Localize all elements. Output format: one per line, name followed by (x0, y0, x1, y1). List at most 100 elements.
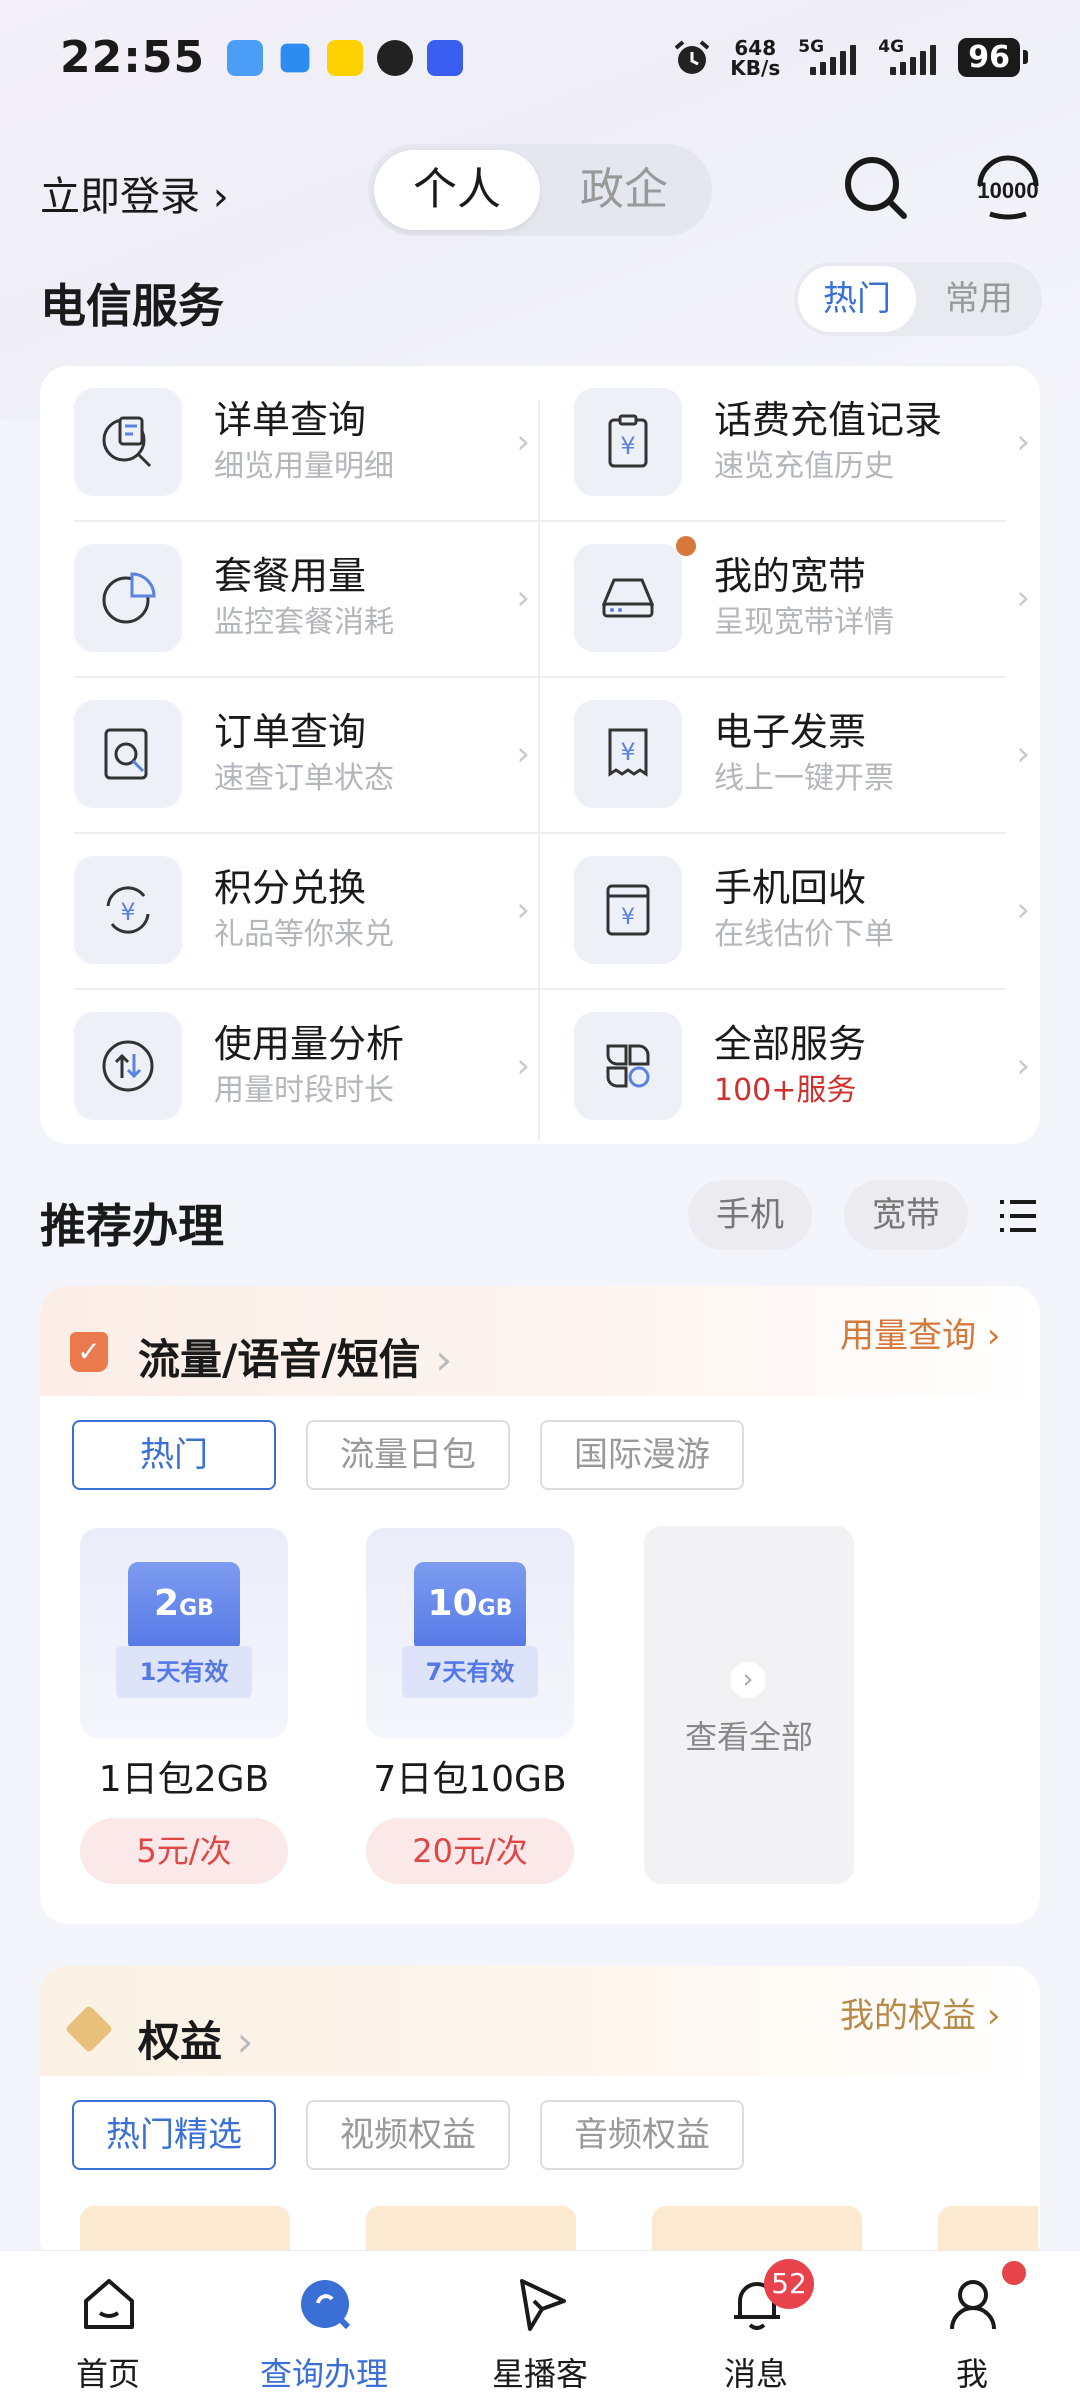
tab-personal[interactable]: 个人 (374, 150, 540, 230)
telecom-tab-switch: 热门 常用 (794, 262, 1042, 336)
nav-query[interactable]: 查询办理 (216, 2251, 432, 2400)
alarm-icon (674, 39, 710, 74)
svg-text:¥: ¥ (621, 905, 635, 930)
service-order-query[interactable]: 订单查询 速查订单状态 › (74, 676, 544, 832)
data-card-icon: 10GB (414, 1562, 526, 1652)
tab-traffic-hot[interactable]: 热门 (72, 1420, 276, 1490)
package-card[interactable]: 2GB 1天有效 (80, 1528, 288, 1738)
tab-roaming[interactable]: 国际漫游 (540, 1420, 744, 1490)
service-subtitle: 在线估价下单 (714, 917, 894, 952)
data-card-icon: 2GB (128, 1562, 240, 1652)
order-search-icon (74, 700, 182, 808)
svg-text:¥: ¥ (620, 738, 635, 766)
chevron-right-icon: › (516, 890, 530, 930)
package-price-button[interactable]: 5元/次 (80, 1818, 288, 1884)
nav-label: 我 (955, 2355, 988, 2393)
service-phone-recycle[interactable]: ¥ 手机回收在线估价下单 › (574, 832, 1044, 988)
all-services-icon (574, 1012, 682, 1120)
filter-broadband[interactable]: 宽带 (844, 1180, 968, 1250)
tab-enterprise[interactable]: 政企 (544, 150, 704, 230)
package-price-button[interactable]: 20元/次 (366, 1818, 574, 1884)
battery-indicator: 96 (958, 38, 1028, 77)
service-subtitle: 100+服务 (714, 1073, 857, 1108)
service-subtitle: 速览充值历史 (714, 449, 894, 484)
telecom-services-title: 电信服务 (40, 279, 224, 333)
tab-daily-pack[interactable]: 流量日包 (306, 1420, 510, 1490)
login-link[interactable]: 立即登录 › (40, 164, 229, 222)
pie-chart-icon (74, 544, 182, 652)
chevron-right-icon: › (986, 1996, 1001, 2036)
clipboard-yuan-icon: ¥ (574, 388, 682, 496)
nav-label: 查询办理 (259, 2355, 388, 2393)
traffic-title-link[interactable]: 流量/语音/短信 › (138, 1326, 452, 1387)
nav-starcast[interactable]: 星播客 (432, 2251, 648, 2400)
message-count-badge: 52 (764, 2259, 814, 2309)
filter-phone[interactable]: 手机 (688, 1180, 812, 1250)
account-type-switch: 个人 政企 (368, 144, 712, 236)
service-subtitle: 礼品等你来兑 (214, 917, 394, 952)
package-name: 1日包2GB (98, 1759, 270, 1800)
my-benefits-label: 我的权益 (840, 1996, 976, 2036)
service-usage-analysis[interactable]: 使用量分析 用量时段时长 › (74, 988, 544, 1144)
check-badge-icon: ✓ (70, 1332, 108, 1372)
chevron-right-icon: › (986, 1316, 1001, 1356)
service-title: 全部服务 (714, 1022, 867, 1066)
tab-featured[interactable]: 热门精选 (72, 2100, 276, 2170)
status-time: 22:55 (60, 32, 206, 83)
invoice-icon: ¥ (574, 700, 682, 808)
phone-recycle-icon: ¥ (574, 856, 682, 964)
service-detail-query[interactable]: 详单查询 细览用量明细 › (74, 364, 544, 520)
customer-service-10000-icon[interactable]: 10000 (970, 152, 1046, 224)
service-recharge-record[interactable]: ¥ 话费充值记录 速览充值历史 › (574, 364, 1044, 520)
chevron-right-icon: › (236, 2017, 254, 2066)
bottom-nav: 首页 查询办理 星播客 52 消息 我 (0, 2250, 1080, 2400)
service-points-exchange[interactable]: ¥ 积分兑换 礼品等你来兑 › (74, 832, 544, 988)
package-validity: 7天有效 (402, 1646, 538, 1698)
package-unit: GB (179, 1596, 214, 1621)
net-speed-unit: KB/s (730, 55, 781, 80)
svg-text:¥: ¥ (120, 898, 135, 926)
nav-label: 消息 (723, 2355, 788, 2393)
service-title: 套餐用量 (214, 554, 367, 598)
package-card[interactable]: 10GB 7天有效 (366, 1528, 574, 1738)
service-subtitle: 线上一键开票 (714, 761, 894, 796)
tab-hot[interactable]: 热门 (798, 266, 916, 332)
recommend-title: 推荐办理 (40, 1199, 224, 1253)
nav-home[interactable]: 首页 (0, 2251, 216, 2400)
nav-label: 星播客 (491, 2355, 588, 2393)
service-e-invoice[interactable]: ¥ 电子发票 线上一键开票 › (574, 676, 1044, 832)
service-package-usage[interactable]: 套餐用量 监控套餐消耗 › (74, 520, 544, 676)
tab-audio-benefits[interactable]: 音频权益 (540, 2100, 744, 2170)
chevron-right-icon: › (1016, 1046, 1030, 1086)
benefits-title-link[interactable]: 权益 › (138, 2008, 253, 2069)
service-subtitle: 速查订单状态 (214, 761, 394, 796)
meituan-icon (327, 39, 364, 76)
service-title: 手机回收 (714, 866, 867, 910)
service-my-broadband[interactable]: 我的宽带 呈现宽带详情 › (574, 520, 1044, 676)
service-all-services[interactable]: 全部服务 100+服务 › (574, 988, 1044, 1144)
service-title: 订单查询 (214, 710, 367, 754)
service-title: 电子发票 (714, 710, 867, 754)
service-title: 话费充值记录 (714, 398, 943, 442)
chevron-right-icon: › (1016, 890, 1030, 930)
view-all-card[interactable]: › 查看全部 (644, 1526, 854, 1884)
list-menu-icon[interactable] (996, 1194, 1040, 1238)
app-notification-icon (280, 43, 310, 72)
service-subtitle: 用量时段时长 (214, 1073, 394, 1108)
my-benefits-link[interactable]: 我的权益 › (840, 1988, 1000, 2037)
header: 立即登录 › 个人 政企 10000 (40, 140, 1040, 240)
chevron-right-icon: › (516, 578, 530, 618)
tab-video-benefits[interactable]: 视频权益 (306, 2100, 510, 2170)
login-label: 立即登录 (40, 174, 200, 220)
search-icon[interactable] (840, 152, 912, 224)
package-unit: GB (477, 1596, 513, 1621)
nav-me[interactable]: 我 (864, 2251, 1080, 2400)
tab-common[interactable]: 常用 (920, 266, 1038, 332)
benefits-title: 权益 (138, 2017, 223, 2066)
signal-4g-icon: 4G (878, 37, 940, 75)
notification-icons (227, 39, 464, 76)
traffic-title: 流量/语音/短信 (138, 1335, 421, 1384)
notification-dot (1002, 2261, 1026, 2285)
nav-messages[interactable]: 52 消息 (648, 2251, 864, 2400)
usage-query-link[interactable]: 用量查询 › (840, 1308, 1000, 1357)
